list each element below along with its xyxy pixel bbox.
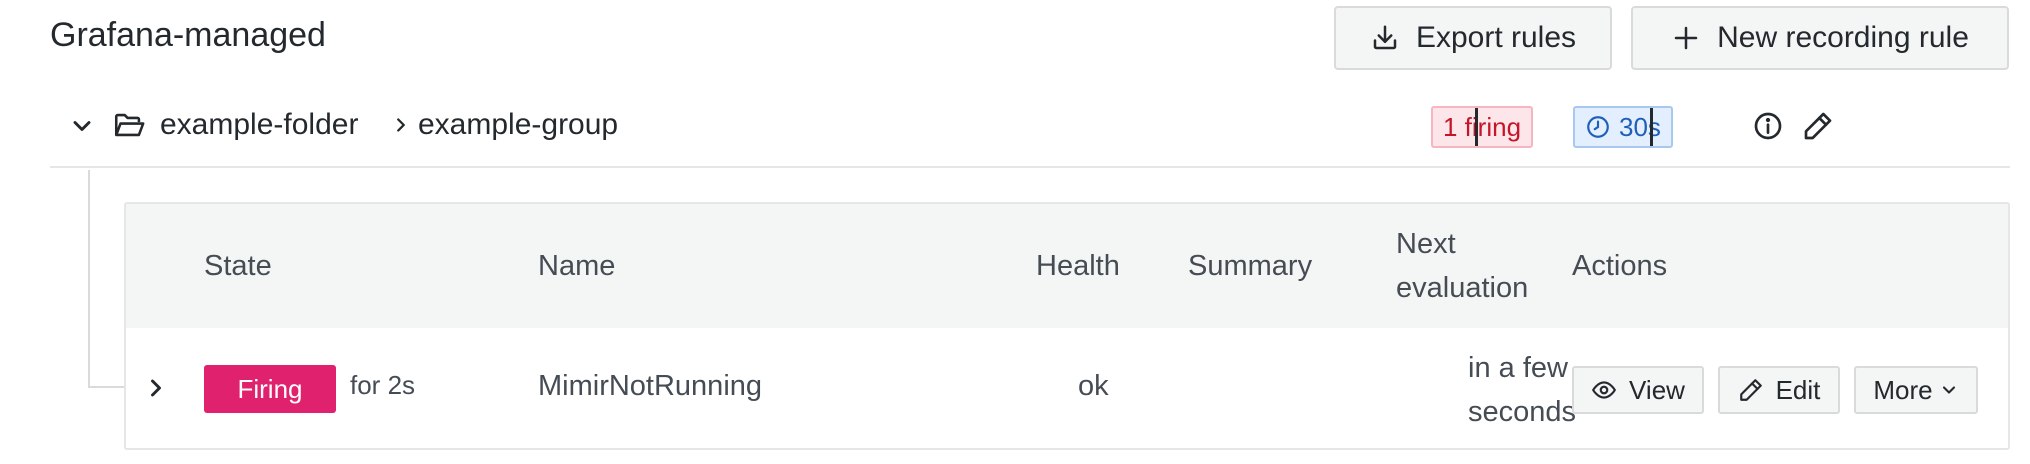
next-evaluation-line2: seconds — [1468, 396, 1577, 428]
download-icon — [1373, 25, 1397, 50]
chevron-right-icon — [397, 118, 405, 132]
interval-value: 30s — [1619, 111, 1661, 142]
new-recording-rule-label: New recording rule — [1717, 21, 1969, 54]
folder-open-icon — [114, 113, 145, 137]
state-duration: for 2s — [350, 370, 416, 400]
export-rules-label: Export rules — [1415, 21, 1577, 54]
more-label: More — [1873, 374, 1933, 405]
info-icon[interactable] — [1752, 110, 1784, 142]
export-rules-button[interactable]: Export rules — [1334, 6, 1612, 70]
plus-icon — [1674, 26, 1698, 50]
view-label: View — [1629, 374, 1685, 405]
view-button[interactable]: View — [1572, 366, 1704, 414]
column-header-summary: Summary — [1188, 250, 1313, 282]
column-header-health: Health — [1036, 250, 1120, 282]
column-header-next-evaluation: Next evaluation — [1396, 222, 1528, 310]
tree-connector — [88, 170, 90, 388]
evaluation-interval-badge: 30s — [1573, 106, 1673, 148]
tree-connector — [88, 386, 124, 388]
table-row: Firing for 2s MimirNotRunning ok in a fe… — [126, 328, 2008, 448]
edit-button[interactable]: Edit — [1718, 366, 1840, 414]
pen-icon — [1739, 379, 1762, 401]
divider — [1650, 108, 1653, 146]
column-header-actions: Actions — [1572, 250, 1668, 282]
next-evaluation-value: in a few seconds — [1468, 346, 1582, 434]
group-name: example-group — [418, 108, 619, 141]
column-header-next-line1: Next — [1396, 228, 1456, 260]
folder-name[interactable]: example-folder — [160, 108, 358, 142]
section-title: Grafana-managed — [50, 16, 326, 54]
more-button[interactable]: More — [1854, 366, 1978, 414]
chevron-down-icon[interactable] — [68, 112, 96, 140]
clock-icon — [1587, 116, 1609, 138]
column-header-next-line2: evaluation — [1396, 272, 1529, 304]
table-header: State Name Health Summary Next evaluatio… — [126, 204, 2008, 328]
divider — [1475, 108, 1478, 146]
rule-name: MimirNotRunning — [538, 370, 763, 402]
chevron-right-icon[interactable] — [142, 374, 170, 402]
column-header-name: Name — [538, 250, 616, 282]
eye-icon — [1592, 381, 1616, 399]
chevron-down-icon — [1942, 386, 1955, 394]
column-header-state: State — [204, 250, 272, 282]
next-evaluation-line1: in a few — [1468, 352, 1568, 384]
new-recording-rule-button[interactable]: New recording rule — [1631, 6, 2009, 70]
rules-table: State Name Health Summary Next evaluatio… — [124, 202, 2010, 450]
rule-group-header: example-folder example-group 1 firing 30… — [50, 98, 2010, 168]
health-value: ok — [1078, 370, 1109, 402]
edit-label: Edit — [1775, 374, 1821, 405]
state-badge: Firing — [204, 365, 336, 413]
firing-count-badge: 1 firing — [1431, 106, 1534, 148]
pen-icon[interactable] — [1802, 110, 1834, 142]
